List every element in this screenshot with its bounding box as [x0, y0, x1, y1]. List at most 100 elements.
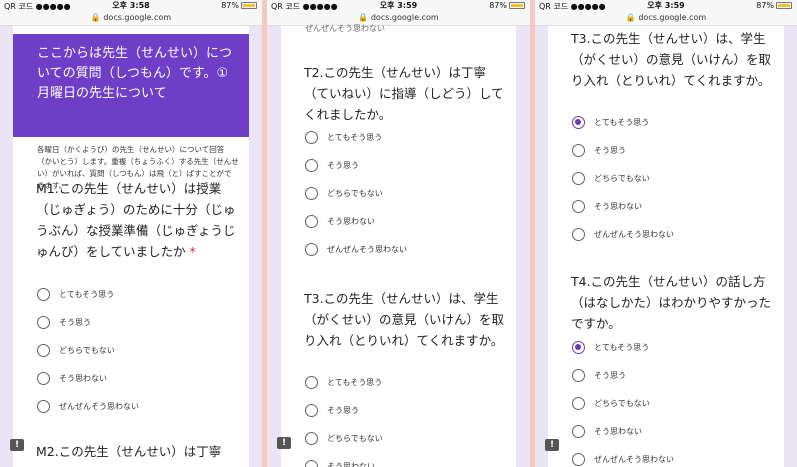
- url-bar[interactable]: 🔒 docs.google.com: [535, 13, 797, 26]
- radio-option[interactable]: どちらでもない: [572, 395, 650, 411]
- radio-option[interactable]: とてもそう思う: [37, 286, 114, 302]
- option-label: そう思わない: [59, 373, 107, 383]
- radio-option[interactable]: どちらでもない: [572, 170, 650, 186]
- radio-option[interactable]: どちらでもない: [305, 430, 383, 446]
- clipped-option-label: ぜんぜんそう思わない: [305, 24, 385, 33]
- screenshot-panel-3: QR 코드 ●●●●● 오후 3:59 87% 🔒 docs.google.co…: [535, 0, 797, 467]
- radio-option[interactable]: そう思わない: [37, 370, 107, 386]
- option-label: そう思う: [59, 317, 91, 327]
- option-label: とてもそう思う: [594, 342, 650, 352]
- radio-button-selected[interactable]: [572, 340, 585, 354]
- battery-percent: 87%: [489, 1, 507, 10]
- radio-option[interactable]: とてもそう思う: [305, 129, 382, 145]
- radio-option[interactable]: そう思う: [37, 314, 91, 330]
- radio-button[interactable]: [572, 199, 585, 213]
- radio-button[interactable]: [305, 186, 318, 200]
- radio-button[interactable]: [572, 171, 585, 185]
- next-question-title: M2.この先生（せんせい）は丁寧: [36, 444, 222, 459]
- feedback-icon[interactable]: !: [545, 439, 559, 451]
- lock-icon: 🔒: [90, 13, 101, 22]
- url-text: docs.google.com: [638, 13, 707, 22]
- question-title: T2.この先生（せんせい）は丁寧（ていねい）に指導（しどう）してくれましたか。: [304, 65, 504, 122]
- radio-button[interactable]: [37, 287, 50, 301]
- radio-option[interactable]: そう思わない: [305, 213, 375, 229]
- battery-indicator: 87%: [489, 1, 525, 10]
- radio-option[interactable]: ぜんぜんそう思わない: [572, 451, 674, 467]
- question-title: T3.この先生（せんせい）は、学生（がくせい）の意見（いけん）を取り入れ（とりい…: [304, 291, 505, 348]
- radio-button[interactable]: [37, 371, 50, 385]
- radio-option[interactable]: ぜんぜんそう思わない: [305, 241, 407, 257]
- radio-button[interactable]: [305, 459, 318, 467]
- radio-button[interactable]: [572, 396, 585, 410]
- url-text: docs.google.com: [370, 13, 439, 22]
- radio-option[interactable]: ぜんぜんそう思わない: [572, 226, 674, 242]
- radio-button[interactable]: [37, 315, 50, 329]
- radio-button[interactable]: [305, 130, 318, 144]
- question-title: M1.この先生（せんせい）は授業（じゅぎょう）のために十分（じゅうぶん）な授業準…: [36, 178, 237, 262]
- radio-option[interactable]: とてもそう思う: [305, 374, 382, 390]
- status-bar: QR 코드 ●●●●● 오후 3:58 87%: [0, 0, 262, 13]
- screenshot-panel-1: QR 코드 ●●●●● 오후 3:58 87% 🔒 docs.google.co…: [0, 0, 262, 467]
- radio-option[interactable]: そう思う: [572, 142, 626, 158]
- question-text: M1.この先生（せんせい）は授業（じゅぎょう）のために十分（じゅうぶん）な授業準…: [36, 181, 236, 259]
- radio-option[interactable]: そう思う: [572, 367, 626, 383]
- radio-button[interactable]: [305, 158, 318, 172]
- radio-button[interactable]: [37, 399, 50, 413]
- feedback-icon[interactable]: !: [10, 439, 24, 451]
- option-label: ぜんぜんそう思わない: [59, 401, 139, 411]
- radio-option[interactable]: とてもそう思う: [572, 114, 649, 130]
- radio-button[interactable]: [305, 431, 318, 445]
- option-label: ぜんぜんそう思わない: [594, 229, 674, 239]
- radio-button[interactable]: [305, 403, 318, 417]
- lock-icon: 🔒: [625, 13, 636, 22]
- option-label: とてもそう思う: [327, 132, 383, 142]
- radio-option[interactable]: そう思う: [305, 402, 359, 418]
- radio-button[interactable]: [572, 143, 585, 157]
- option-label: どちらでもない: [594, 398, 650, 408]
- option-label: そう思わない: [594, 426, 642, 436]
- option-label: とてもそう思う: [327, 377, 383, 387]
- radio-option[interactable]: そう思う: [305, 157, 359, 173]
- radio-button[interactable]: [305, 375, 318, 389]
- lock-icon: 🔒: [358, 13, 369, 22]
- feedback-icon[interactable]: !: [277, 437, 291, 449]
- radio-option[interactable]: どちらでもない: [305, 185, 383, 201]
- radio-button[interactable]: [305, 214, 318, 228]
- radio-option[interactable]: とてもそう思う: [572, 339, 649, 355]
- option-label: ぜんぜんそう思わない: [327, 244, 407, 254]
- radio-button-selected[interactable]: [572, 115, 585, 129]
- radio-button[interactable]: [572, 424, 585, 438]
- option-label: そう思う: [327, 405, 359, 415]
- radio-button[interactable]: [305, 242, 318, 256]
- option-label: とてもそう思う: [594, 117, 650, 127]
- battery-icon: [241, 2, 257, 9]
- battery-icon: [776, 2, 792, 9]
- battery-icon: [509, 2, 525, 9]
- option-label: どちらでもない: [327, 433, 383, 443]
- question-title: T3.この先生（せんせい）は、学生（がくせい）の意見（いけん）を取り入れ（とりい…: [571, 31, 772, 88]
- option-label: そう思う: [594, 370, 626, 380]
- radio-button[interactable]: [37, 343, 50, 357]
- radio-option[interactable]: そう思わない: [305, 458, 375, 467]
- radio-button[interactable]: [572, 227, 585, 241]
- radio-option[interactable]: そう思わない: [572, 423, 642, 439]
- battery-percent: 87%: [756, 1, 774, 10]
- form-card: ここからは先生（せんせい）についての質問（しつもん）です。①月曜日の先生について…: [13, 26, 249, 467]
- radio-option[interactable]: ぜんぜんそう思わない: [37, 398, 139, 414]
- url-bar[interactable]: 🔒 docs.google.com: [0, 13, 262, 26]
- option-label: とてもそう思う: [59, 289, 115, 299]
- question-title: T4.この先生（せんせい）の話し方（はなしかた）はわかりやすかったですか。: [571, 274, 772, 331]
- option-label: ぜんぜんそう思わない: [594, 454, 674, 464]
- radio-option[interactable]: どちらでもない: [37, 342, 115, 358]
- option-label: どちらでもない: [59, 345, 115, 355]
- option-label: そう思う: [327, 160, 359, 170]
- option-label: どちらでもない: [594, 173, 650, 183]
- radio-button[interactable]: [572, 452, 585, 466]
- battery-indicator: 87%: [221, 1, 257, 10]
- section-header: ここからは先生（せんせい）についての質問（しつもん）です。①月曜日の先生について: [13, 34, 249, 137]
- radio-option[interactable]: そう思わない: [572, 198, 642, 214]
- option-label: そう思わない: [594, 201, 642, 211]
- battery-percent: 87%: [221, 1, 239, 10]
- radio-button[interactable]: [572, 368, 585, 382]
- status-bar: QR 코드 ●●●●● 오후 3:59 87%: [267, 0, 530, 13]
